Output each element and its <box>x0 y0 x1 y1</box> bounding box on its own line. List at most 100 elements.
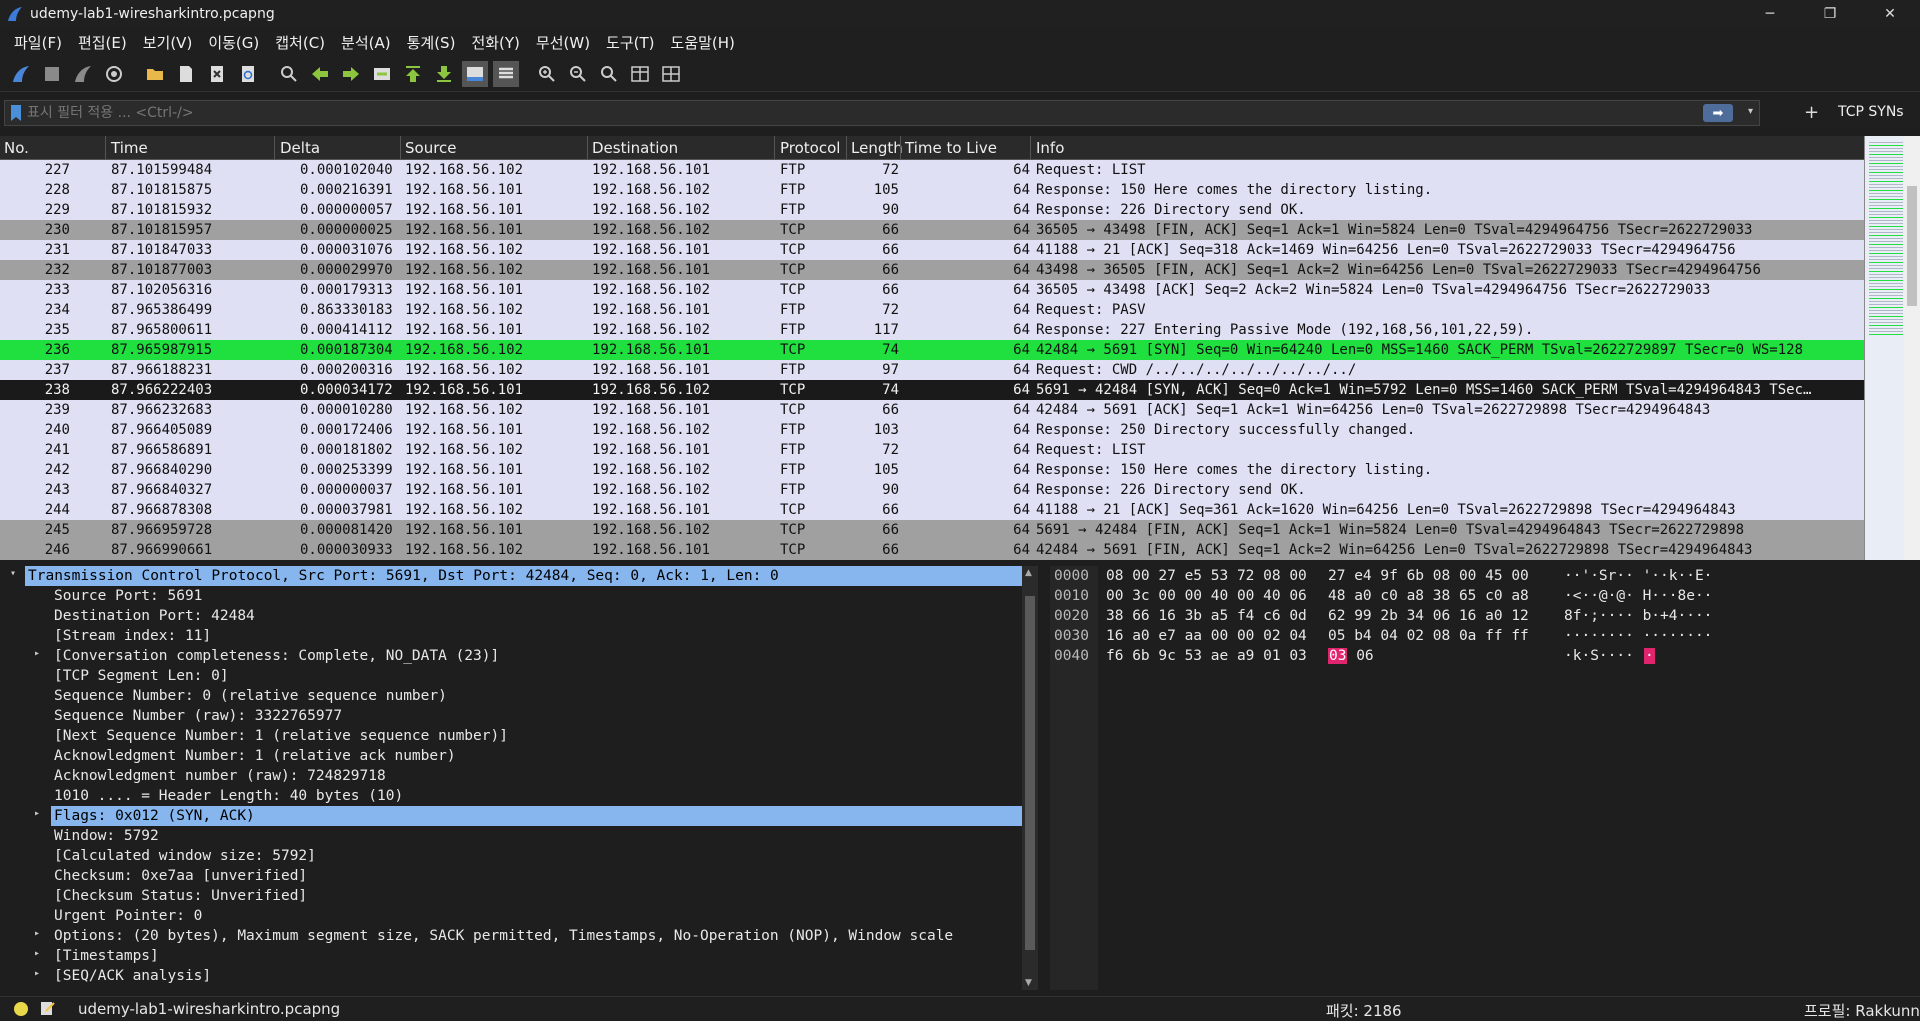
details-scrollbar[interactable]: ▲ ▼ <box>1022 566 1038 990</box>
expert-info-led-icon[interactable] <box>14 1002 28 1016</box>
packet-list-scrollbar[interactable] <box>1904 136 1920 560</box>
open-folder-icon[interactable] <box>142 61 168 87</box>
colorize-icon[interactable] <box>493 60 519 87</box>
detail-tree-row[interactable]: Sequence Number (raw): 3322765977 <box>0 706 1022 726</box>
detail-tree-row[interactable]: ▸ Flags: 0x012 (SYN, ACK) <box>0 806 1022 826</box>
close-button[interactable]: ✕ <box>1860 0 1920 28</box>
menu-statistics[interactable]: 통계(S) <box>399 32 464 53</box>
detail-tree-row[interactable]: Sequence Number: 0 (relative sequence nu… <box>0 686 1022 706</box>
go-to-packet-icon[interactable] <box>369 61 395 87</box>
menu-capture[interactable]: 캡처(C) <box>267 32 333 53</box>
menu-view[interactable]: 보기(V) <box>135 32 201 53</box>
add-filter-button-icon[interactable]: + <box>1804 102 1819 123</box>
display-filter-input[interactable] <box>27 105 1707 121</box>
capture-comment-icon[interactable] <box>40 1000 56 1016</box>
expand-toggle-icon[interactable]: ▸ <box>34 928 40 939</box>
hex-row[interactable]: 0020 38 66 16 3b a5 f4 c6 0d 62 99 2b 34 0… <box>1050 606 1920 626</box>
resize-columns-icon[interactable] <box>627 61 653 87</box>
expand-toggle-icon[interactable]: ▾ <box>10 568 16 579</box>
menu-edit[interactable]: 편집(E) <box>70 32 135 53</box>
packet-row[interactable]: 235 87.965800611 0.000414112 192.168.56.101… <box>0 320 1864 340</box>
col-delta[interactable]: Delta <box>280 139 320 157</box>
expand-toggle-icon[interactable]: ▸ <box>34 968 40 979</box>
detail-tree-row[interactable]: Acknowledgment Number: 1 (relative ack n… <box>0 746 1022 766</box>
go-last-icon[interactable] <box>431 61 457 87</box>
capture-options-icon[interactable] <box>101 61 127 87</box>
packet-row[interactable]: 238 87.966222403 0.000034172 192.168.56.101… <box>0 380 1864 400</box>
detail-tree-row[interactable]: Checksum: 0xe7aa [unverified] <box>0 866 1022 886</box>
detail-tree-row[interactable]: [Next Sequence Number: 1 (relative seque… <box>0 726 1022 746</box>
expand-toggle-icon[interactable]: ▸ <box>34 948 40 959</box>
go-forward-icon[interactable] <box>338 61 364 87</box>
col-length[interactable]: Length <box>851 139 903 157</box>
status-profile[interactable]: 프로필: Rakkunn <box>1804 1000 1920 1021</box>
packet-row[interactable]: 234 87.965386499 0.863330183 192.168.56.102… <box>0 300 1864 320</box>
menu-help[interactable]: 도움말(H) <box>663 32 743 53</box>
auto-scroll-icon[interactable] <box>462 60 488 87</box>
scroll-up-icon[interactable]: ▲ <box>1025 568 1032 578</box>
menu-file[interactable]: 파일(F) <box>6 32 70 53</box>
packet-row[interactable]: 237 87.966188231 0.000200316 192.168.56.102… <box>0 360 1864 380</box>
filter-button-tcp-syns[interactable]: TCP SYNs <box>1838 104 1904 120</box>
col-source[interactable]: Source <box>405 139 457 157</box>
go-first-icon[interactable] <box>400 61 426 87</box>
save-file-icon[interactable] <box>173 61 199 87</box>
menu-analyze[interactable]: 분석(A) <box>333 32 399 53</box>
detail-tree-row[interactable]: Urgent Pointer: 0 <box>0 906 1022 926</box>
packet-row[interactable]: 236 87.965987915 0.000187304 192.168.56.102… <box>0 340 1864 360</box>
packet-list-scroll-thumb[interactable] <box>1907 186 1917 306</box>
packet-row[interactable]: 230 87.101815957 0.000000025 192.168.56.101… <box>0 220 1864 240</box>
detail-tree-row[interactable]: ▸ [Timestamps] <box>0 946 1022 966</box>
details-scroll-thumb[interactable] <box>1025 596 1035 950</box>
packet-row[interactable]: 245 87.966959728 0.000081420 192.168.56.101… <box>0 520 1864 540</box>
packet-row[interactable]: 228 87.101815875 0.000216391 192.168.56.101… <box>0 180 1864 200</box>
shark-fin-start-icon[interactable] <box>8 61 34 87</box>
detail-tree-row[interactable]: ▸ [SEQ/ACK analysis] <box>0 966 1022 986</box>
col-time[interactable]: Time <box>111 139 148 157</box>
apply-filter-button[interactable]: ➡ <box>1703 104 1733 122</box>
scroll-down-icon[interactable]: ▼ <box>1025 978 1032 988</box>
packet-row[interactable]: 241 87.966586891 0.000181802 192.168.56.102… <box>0 440 1864 460</box>
col-no[interactable]: No. <box>4 139 29 157</box>
filter-history-dropdown-icon[interactable]: ▾ <box>1748 106 1753 117</box>
packet-row[interactable]: 240 87.966405089 0.000172406 192.168.56.101… <box>0 420 1864 440</box>
detail-tree-row[interactable]: [Calculated window size: 5792] <box>0 846 1022 866</box>
menu-telephony[interactable]: 전화(Y) <box>463 32 527 53</box>
layout-icon[interactable] <box>658 61 684 87</box>
col-info[interactable]: Info <box>1036 139 1064 157</box>
detail-tree-row[interactable]: [TCP Segment Len: 0] <box>0 666 1022 686</box>
col-destination[interactable]: Destination <box>592 139 678 157</box>
hex-row[interactable]: 0010 00 3c 00 00 40 00 40 06 48 a0 c0 a8 3… <box>1050 586 1920 606</box>
packet-row[interactable]: 239 87.966232683 0.000010280 192.168.56.102… <box>0 400 1864 420</box>
bookmark-icon[interactable] <box>11 105 21 121</box>
maximize-button[interactable]: ❐ <box>1800 0 1860 28</box>
detail-tree-row[interactable]: Source Port: 5691 <box>0 586 1022 606</box>
col-protocol[interactable]: Protocol <box>780 139 840 157</box>
packet-row[interactable]: 246 87.966990661 0.000030933 192.168.56.102… <box>0 540 1864 560</box>
zoom-in-icon[interactable] <box>534 61 560 87</box>
expand-toggle-icon[interactable]: ▸ <box>34 648 40 659</box>
packet-row[interactable]: 231 87.101847033 0.000031076 192.168.56.102… <box>0 240 1864 260</box>
find-packet-icon[interactable] <box>276 61 302 87</box>
detail-tree-row[interactable]: ▾ Transmission Control Protocol, Src Port… <box>0 566 1022 586</box>
packet-row[interactable]: 232 87.101877003 0.000029970 192.168.56.102… <box>0 260 1864 280</box>
restart-icon[interactable] <box>70 61 96 87</box>
detail-tree-row[interactable]: 1010 .... = Header Length: 40 bytes (10) <box>0 786 1022 806</box>
menu-go[interactable]: 이동(G) <box>200 32 267 53</box>
packet-row[interactable]: 227 87.101599484 0.000102040 192.168.56.102… <box>0 160 1864 180</box>
detail-tree-row[interactable]: [Stream index: 11] <box>0 626 1022 646</box>
hex-row[interactable]: 0030 16 a0 e7 aa 00 00 02 04 05 b4 04 02 0… <box>1050 626 1920 646</box>
go-back-icon[interactable] <box>307 61 333 87</box>
packet-row[interactable]: 243 87.966840327 0.000000037 192.168.56.101… <box>0 480 1864 500</box>
packet-row[interactable]: 242 87.966840290 0.000253399 192.168.56.101… <box>0 460 1864 480</box>
packet-row[interactable]: 233 87.102056316 0.000179313 192.168.56.101… <box>0 280 1864 300</box>
pane-splitter-vertical[interactable] <box>1038 566 1050 990</box>
detail-tree-row[interactable]: Window: 5792 <box>0 826 1022 846</box>
hex-row[interactable]: 0040 f6 6b 9c 53 ae a9 01 03 03 06 ·k·S····… <box>1050 646 1920 666</box>
packet-row[interactable]: 229 87.101815932 0.000000057 192.168.56.101… <box>0 200 1864 220</box>
detail-tree-row[interactable]: [Checksum Status: Unverified] <box>0 886 1022 906</box>
hex-row[interactable]: 0000 08 00 27 e5 53 72 08 00 27 e4 9f 6b 0… <box>1050 566 1920 586</box>
col-ttl[interactable]: Time to Live <box>905 139 997 157</box>
close-file-icon[interactable] <box>204 61 230 87</box>
stop-icon[interactable] <box>39 61 65 87</box>
